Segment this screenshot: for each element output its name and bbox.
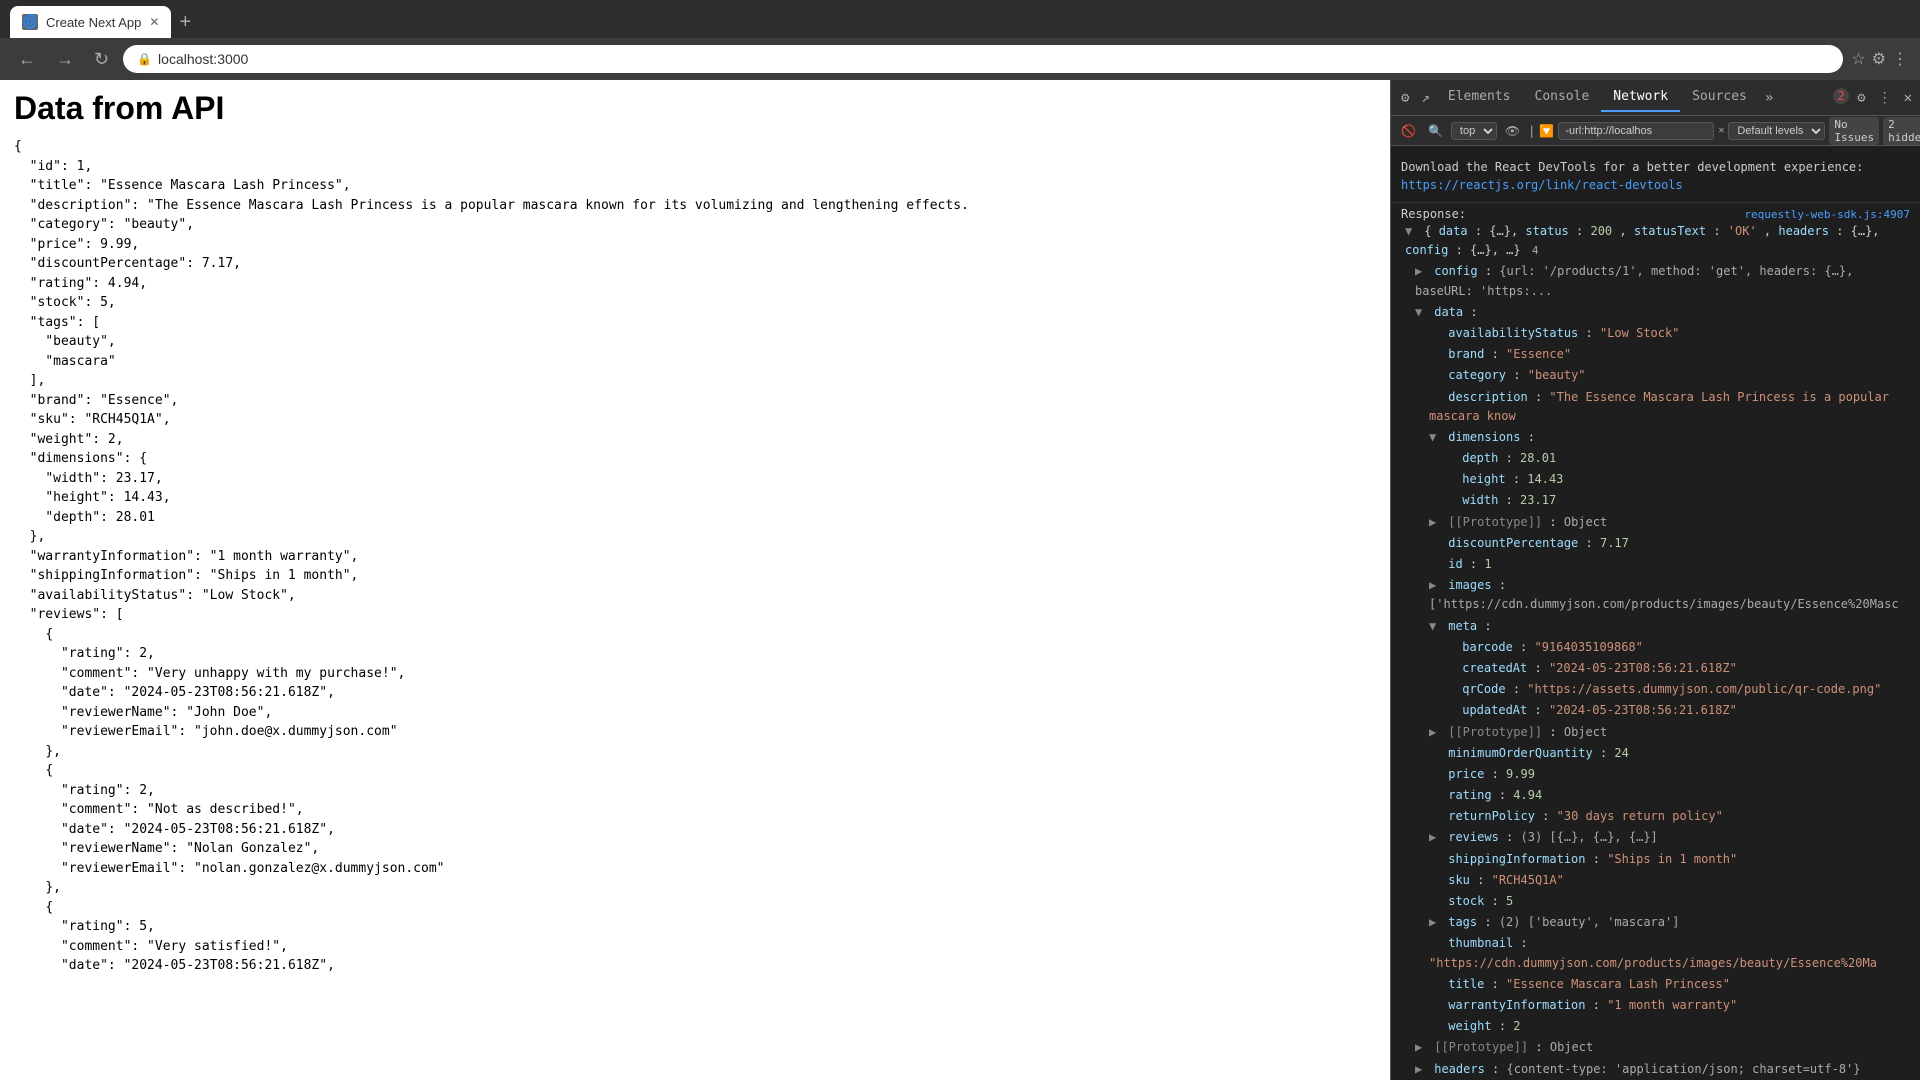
tree-shipping: shippingInformation : "Ships in 1 month" [1401, 849, 1910, 870]
response-source-link[interactable]: requestly-web-sdk.js:4907 [1744, 208, 1910, 221]
tree-meta-proto[interactable]: ▶ [[Prototype]] : Object [1401, 722, 1910, 743]
filter-icon-button[interactable]: 🔍 [1424, 122, 1447, 140]
tree-category: category : "beauty" [1401, 365, 1910, 386]
tab-elements[interactable]: Elements [1436, 83, 1523, 112]
tree-qr-code: qrCode : "https://assets.dummyjson.com/p… [1401, 679, 1910, 700]
tree-description: description : "The Essence Mascara Lash … [1401, 387, 1910, 427]
main-area: Data from API { "id": 1, "title": "Essen… [0, 80, 1920, 1080]
tree-discount: discountPercentage : 7.17 [1401, 533, 1910, 554]
page-content: Data from API { "id": 1, "title": "Essen… [0, 80, 1390, 1080]
tree-weight: weight : 2 [1401, 1016, 1910, 1037]
tree-dimensions-proto[interactable]: ▶ [[Prototype]] : Object [1401, 512, 1910, 533]
tree-data-proto[interactable]: ▶ [[Prototype]] : Object [1401, 1037, 1910, 1058]
response-section: Response: requestly-web-sdk.js:4907 ▼ { … [1391, 203, 1920, 1080]
log-levels-select[interactable]: Default levels [1728, 122, 1825, 140]
tree-reviews[interactable]: ▶ reviews : (3) [{…}, {…}, {…}] [1401, 827, 1910, 848]
refresh-button[interactable]: ↻ [88, 47, 115, 72]
tree-return-policy: returnPolicy : "30 days return policy" [1401, 806, 1910, 827]
tree-meta-expanded[interactable]: ▼ meta : [1401, 616, 1910, 637]
react-devtools-banner: Download the React DevTools for a better… [1391, 150, 1920, 203]
more-options-icon[interactable]: ⋮ [1874, 88, 1896, 108]
data-expand-arrow[interactable]: ▼ [1415, 303, 1427, 322]
tab-close-button[interactable]: ✕ [149, 15, 159, 29]
forward-button[interactable]: → [50, 47, 80, 72]
tab-title: Create Next App [46, 15, 141, 30]
tab-network[interactable]: Network [1601, 83, 1680, 112]
address-bar[interactable]: 🔒 localhost:3000 [123, 45, 1843, 73]
settings-icon[interactable]: ⚙ [1853, 88, 1869, 108]
tree-rating: rating : 4.94 [1401, 785, 1910, 806]
tab-bar: 🌀 Create Next App ✕ + [0, 0, 1920, 38]
tree-tags[interactable]: ▶ tags : (2) ['beauty', 'mascara'] [1401, 912, 1910, 933]
tree-price: price : 9.99 [1401, 764, 1910, 785]
tree-width: width : 23.17 [1401, 490, 1910, 511]
tree-root[interactable]: ▼ { data : {…}, status : 200 , statusTex… [1401, 221, 1910, 261]
tree-thumbnail: thumbnail : "https://cdn.dummyjson.com/p… [1401, 933, 1910, 973]
json-content: { "id": 1, "title": "Essence Mascara Las… [14, 137, 1376, 995]
lock-icon: 🔒 [137, 52, 152, 66]
dimensions-expand-arrow[interactable]: ▼ [1429, 428, 1441, 447]
address-text: localhost:3000 [158, 51, 248, 67]
active-tab[interactable]: 🌀 Create Next App ✕ [10, 6, 171, 38]
tree-updated-at: updatedAt : "2024-05-23T08:56:21.618Z" [1401, 700, 1910, 721]
tree-dimensions-expanded[interactable]: ▼ dimensions : [1401, 427, 1910, 448]
tree-brand: brand : "Essence" [1401, 344, 1910, 365]
filter-clear-button[interactable]: ✕ [1718, 125, 1724, 136]
more-tabs-icon[interactable]: » [1759, 90, 1779, 106]
close-devtools-icon[interactable]: ✕ [1900, 88, 1916, 108]
devtools-toolbar: 🚫 🔍 top 👁 | 🔽 ✕ Default levels No Issues… [1391, 116, 1920, 146]
tab-favicon: 🌀 [22, 14, 38, 30]
react-banner-text: Download the React DevTools for a better… [1401, 160, 1863, 174]
clear-log-button[interactable]: 🚫 [1397, 122, 1420, 140]
context-select[interactable]: top [1451, 122, 1497, 140]
tree-warranty: warrantyInformation : "1 month warranty" [1401, 995, 1910, 1016]
react-devtools-link[interactable]: https://reactjs.org/link/react-devtools [1401, 178, 1683, 192]
back-button[interactable]: ← [12, 47, 42, 72]
devtools-tabs: ⚙ ↗ Elements Console Network Sources » 2… [1391, 80, 1920, 116]
config-expand-arrow[interactable]: ▶ [1415, 262, 1427, 281]
tree-barcode: barcode : "9164035109868" [1401, 637, 1910, 658]
tree-created-at: createdAt : "2024-05-23T08:56:21.618Z" [1401, 658, 1910, 679]
devtools-content: Download the React DevTools for a better… [1391, 146, 1920, 1080]
browser-chrome: 🌀 Create Next App ✕ + ← → ↻ 🔒 localhost:… [0, 0, 1920, 80]
tree-images[interactable]: ▶ images : ['https://cdn.dummyjson.com/p… [1401, 575, 1910, 615]
filter-active-icon: 🔽 [1539, 124, 1554, 138]
meta-expand-arrow[interactable]: ▼ [1429, 617, 1441, 636]
tree-min-order: minimumOrderQuantity : 24 [1401, 743, 1910, 764]
devtools-action-icons: 2 ⚙ ⋮ ✕ [1833, 88, 1916, 108]
nav-bar: ← → ↻ 🔒 localhost:3000 ☆ ⚙ ⋮ [0, 38, 1920, 80]
tree-availability: availabilityStatus : "Low Stock" [1401, 323, 1910, 344]
tree-data-expanded[interactable]: ▼ data : [1401, 302, 1910, 323]
root-data-key: data [1439, 224, 1468, 238]
tree-count-badge: 4 [1532, 244, 1539, 257]
tree-height: height : 14.43 [1401, 469, 1910, 490]
tree-id: id : 1 [1401, 554, 1910, 575]
tree-depth: depth : 28.01 [1401, 448, 1910, 469]
menu-icon[interactable]: ⋮ [1892, 49, 1908, 69]
filter-input[interactable] [1558, 122, 1714, 140]
no-issues-badge: No Issues [1829, 117, 1879, 145]
bookmark-icon[interactable]: ☆ [1851, 49, 1865, 69]
tree-config[interactable]: ▶ config : {url: '/products/1', method: … [1401, 261, 1910, 301]
devtools-panel: ⚙ ↗ Elements Console Network Sources » 2… [1390, 80, 1920, 1080]
tree-headers[interactable]: ▶ headers : {content-type: 'application/… [1401, 1059, 1910, 1080]
response-label: Response: [1401, 207, 1466, 221]
nav-icons: ☆ ⚙ ⋮ [1851, 49, 1908, 69]
root-expand-arrow[interactable]: ▼ [1405, 222, 1417, 241]
tab-console[interactable]: Console [1523, 83, 1602, 112]
eye-icon-button[interactable]: 👁 [1501, 122, 1524, 140]
new-tab-button[interactable]: + [179, 11, 191, 34]
tree-stock: stock : 5 [1401, 891, 1910, 912]
hidden-count-badge: 2 hidden [1883, 117, 1920, 145]
page-title: Data from API [14, 90, 1376, 127]
extensions-icon[interactable]: ⚙ [1872, 49, 1886, 69]
error-badge: 2 [1833, 88, 1849, 104]
filter-separator: | [1528, 124, 1535, 138]
devtools-settings-icon[interactable]: ⚙ [1395, 90, 1415, 106]
response-header-row: Response: requestly-web-sdk.js:4907 [1401, 207, 1910, 221]
tree-title: title : "Essence Mascara Lash Princess" [1401, 974, 1910, 995]
tree-sku: sku : "RCH45Q1A" [1401, 870, 1910, 891]
tab-sources[interactable]: Sources [1680, 83, 1759, 112]
devtools-inspect-icon[interactable]: ↗ [1415, 90, 1435, 106]
